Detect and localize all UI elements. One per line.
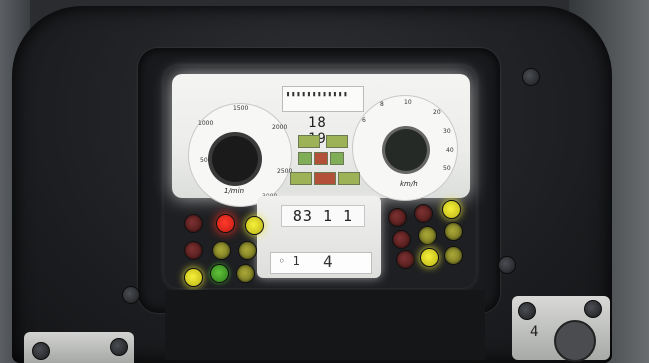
warning-lamp-icon (216, 214, 235, 233)
rpm-unit-label: 1/min (224, 187, 245, 195)
plate-screw (518, 302, 536, 320)
warning-lamp-icon (184, 241, 203, 260)
indicator-block (314, 172, 336, 185)
bar-graph-row: ▮▮▮▮▮▮▮▮▮▮▮▮ (286, 90, 349, 98)
bezel-screw (522, 68, 540, 86)
bezel-screw (498, 256, 516, 274)
rpm-needle-hub-icon (212, 136, 258, 182)
indicator-block (326, 135, 348, 148)
speed-tick-label: 8 (380, 101, 384, 108)
indicator-block (290, 172, 312, 185)
indicator-block (314, 152, 328, 165)
warning-lamp-icon (392, 230, 411, 249)
warning-lamp-icon (418, 226, 437, 245)
warning-lamp-icon (396, 250, 415, 269)
warning-lamp-icon (212, 241, 231, 260)
warning-lamp-icon (236, 264, 255, 283)
speed-tick-label: 30 (443, 128, 451, 135)
speed-tick-label: 10 (404, 99, 412, 106)
speed-tick-label: 40 (446, 147, 454, 154)
beacon-lamp-icon (442, 200, 461, 219)
plate-screw (110, 338, 128, 356)
indicator-block (298, 152, 312, 165)
speed-tick-label: 20 (433, 109, 441, 116)
rotary-switch-knob[interactable] (554, 320, 596, 362)
plate-screw (32, 342, 50, 360)
switch-label: 4 (530, 324, 539, 340)
warning-lamp-icon (420, 248, 439, 267)
clock-display: 18 19 (308, 115, 327, 147)
indicator-block (338, 172, 360, 185)
speed-tick-label: 6 (362, 117, 366, 124)
warning-lamp-icon (210, 264, 229, 283)
warning-lamp-icon (414, 204, 433, 223)
gear-selector-indicator: ◦ 1 (278, 254, 300, 268)
warning-lamp-icon (184, 214, 203, 233)
warning-lamp-icon (444, 222, 463, 241)
plate-screw (584, 300, 602, 318)
speed-needle-hub-icon (385, 129, 427, 171)
odometer-display: 83 1 1 (281, 205, 365, 227)
bezel-screw (122, 286, 140, 304)
indicator-block (330, 152, 344, 165)
tractor-dashboard: 500 1000 1500 2000 2500 3000 1/min 6 8 1… (0, 0, 649, 363)
rpm-tick-label: 1500 (233, 105, 249, 112)
rpm-tick-label: 500 (200, 157, 212, 164)
rpm-tick-label: 1000 (198, 120, 214, 127)
warning-lamp-icon (245, 216, 264, 235)
speed-unit-label: km/h (400, 180, 418, 188)
warning-lamp-icon (388, 208, 407, 227)
warning-lamp-icon (238, 241, 257, 260)
lower-dashboard (165, 290, 485, 360)
hazard-lamp-icon (184, 268, 203, 287)
speed-tick-label: 50 (443, 165, 451, 172)
gear-value: 4 (323, 252, 333, 271)
indicator-block (298, 135, 320, 148)
rpm-tick-label: 2000 (272, 124, 288, 131)
warning-lamp-icon (444, 246, 463, 265)
